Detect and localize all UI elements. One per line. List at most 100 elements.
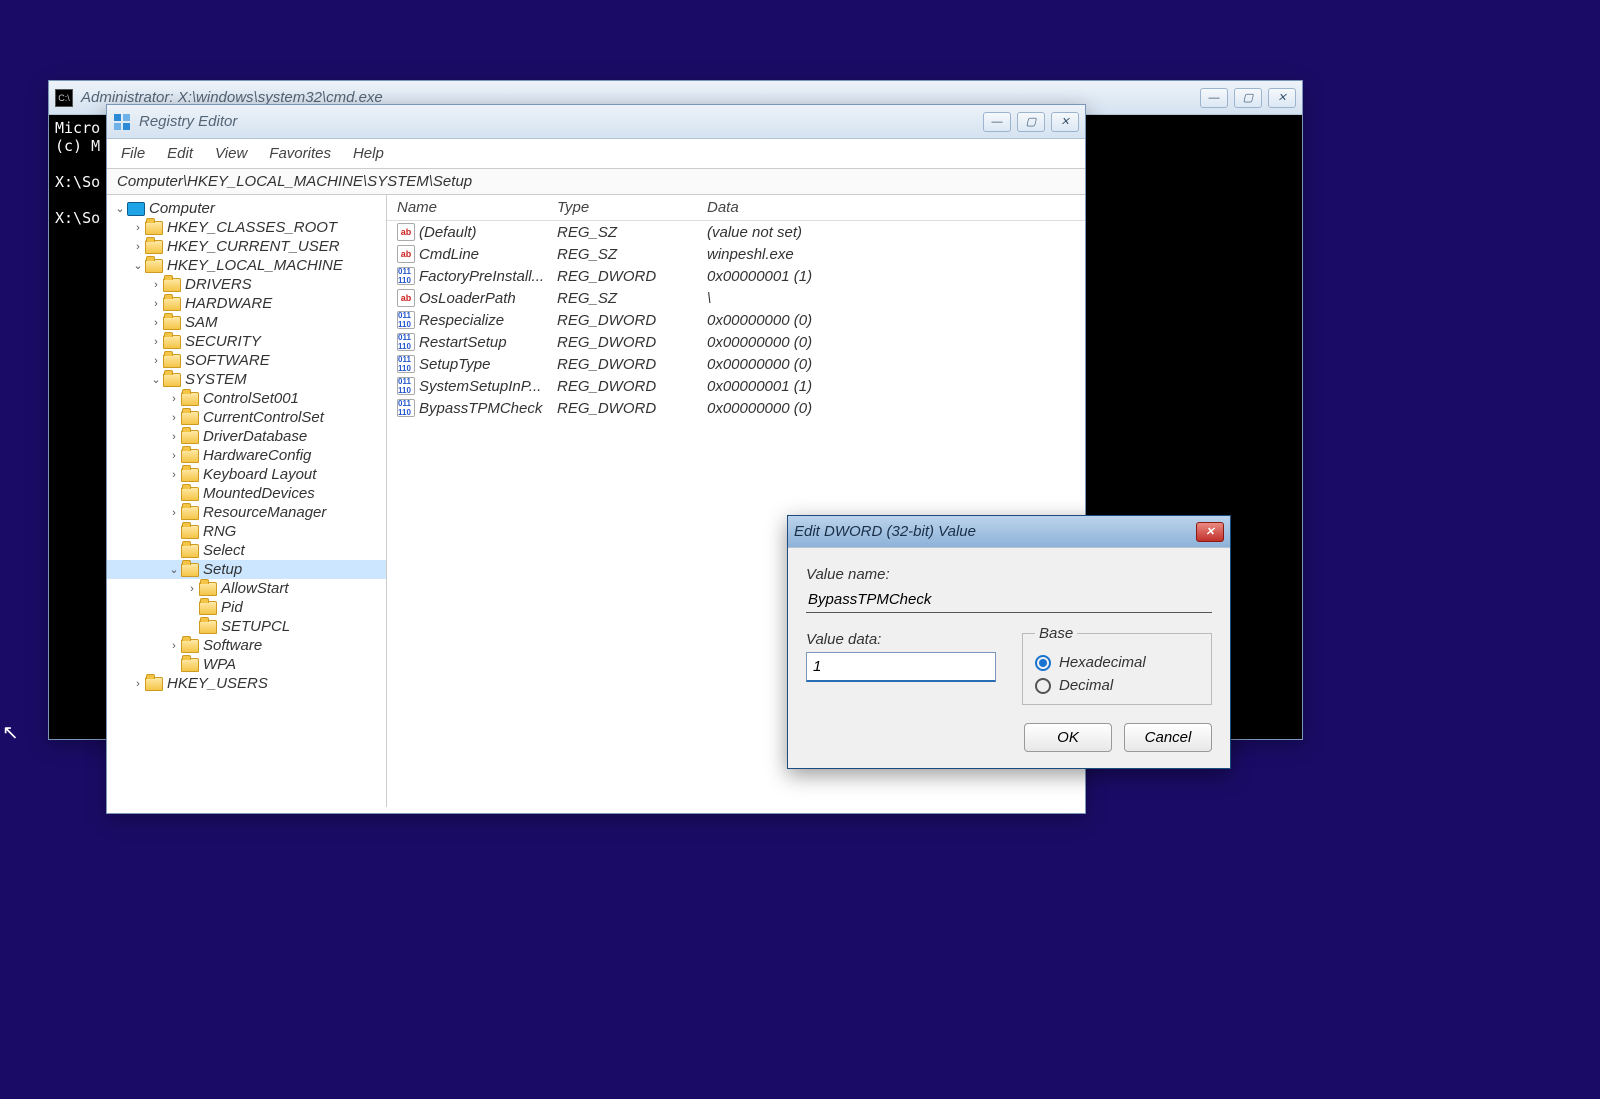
values-pane[interactable]: Name Type Data ab(Default)REG_SZ(value n… [387, 195, 1085, 807]
tree-item[interactable]: ›HKEY_CURRENT_USER [107, 237, 386, 256]
menu-file[interactable]: File [121, 145, 145, 162]
folder-icon [199, 582, 217, 596]
chevron-right-icon[interactable]: › [131, 222, 145, 234]
value-row[interactable]: 011 110SystemSetupInP...REG_DWORD0x00000… [387, 375, 1085, 397]
tree-item[interactable]: › Keyboard Layout [107, 465, 386, 484]
minimize-button[interactable]: — [983, 112, 1011, 132]
tree-item[interactable]: › DriverDatabase [107, 427, 386, 446]
dialog-titlebar[interactable]: Edit DWORD (32-bit) Value ✕ [788, 516, 1230, 548]
tree-item[interactable]: WPA [107, 655, 386, 674]
cancel-button[interactable]: Cancel [1124, 723, 1212, 752]
tree-item[interactable]: ›SECURITY [107, 332, 386, 351]
tree-item[interactable]: › HKEY_CLASSES_ROOT [107, 218, 386, 237]
chevron-down-icon[interactable]: ⌄ [149, 373, 163, 386]
value-data: 0x00000001 (1) [707, 378, 1075, 395]
minimize-button[interactable]: — [1200, 88, 1228, 108]
string-value-icon: ab [397, 223, 415, 241]
tree-item-label: Setup [203, 561, 242, 578]
chevron-right-icon[interactable]: › [167, 450, 181, 462]
menu-edit[interactable]: Edit [167, 145, 193, 162]
list-header[interactable]: Name Type Data [387, 195, 1085, 221]
chevron-right-icon[interactable]: › [167, 393, 181, 405]
close-button[interactable]: ✕ [1196, 522, 1224, 542]
tree-item[interactable]: RNG [107, 522, 386, 541]
col-name[interactable]: Name [397, 199, 557, 216]
tree-item[interactable]: ›SAM [107, 313, 386, 332]
tree-item-label: HKEY_CLASSES_ROOT [167, 219, 337, 236]
tree-item[interactable]: ›HKEY_USERS [107, 674, 386, 693]
tree-item[interactable]: ›Software [107, 636, 386, 655]
tree-item-label: Computer [149, 200, 215, 217]
chevron-down-icon[interactable]: ⌄ [131, 259, 145, 272]
tree-item[interactable]: ⌄ Computer [107, 199, 386, 218]
chevron-right-icon[interactable]: › [185, 583, 199, 595]
tree-item[interactable]: ⌄HKEY_LOCAL_MACHINE [107, 256, 386, 275]
maximize-button[interactable]: ▢ [1017, 112, 1045, 132]
tree-item[interactable]: ›ResourceManager [107, 503, 386, 522]
chevron-right-icon[interactable]: › [167, 412, 181, 424]
value-name: CmdLine [419, 246, 479, 263]
value-row[interactable]: 011 110FactoryPreInstall...REG_DWORD0x00… [387, 265, 1085, 287]
chevron-right-icon[interactable]: › [149, 317, 163, 329]
tree-item-label: SYSTEM [185, 371, 247, 388]
ok-button[interactable]: OK [1024, 723, 1112, 752]
value-row[interactable]: 011 110BypassTPMCheckREG_DWORD0x00000000… [387, 397, 1085, 419]
address-bar[interactable]: Computer\HKEY_LOCAL_MACHINE\SYSTEM\Setup [107, 168, 1085, 195]
value-data-field[interactable] [806, 652, 996, 682]
tree-item[interactable]: ›HardwareConfig [107, 446, 386, 465]
chevron-right-icon[interactable]: › [149, 298, 163, 310]
tree-pane[interactable]: ⌄ Computer › HKEY_CLASSES_ROOT›HKEY_CURRENT… [107, 195, 387, 807]
value-row[interactable]: abOsLoaderPathREG_SZ\ [387, 287, 1085, 309]
value-data-label: Value data: [806, 631, 996, 648]
value-type: REG_DWORD [557, 312, 707, 329]
tree-item[interactable]: ›DRIVERS [107, 275, 386, 294]
chevron-right-icon[interactable]: › [131, 241, 145, 253]
value-name-field[interactable] [806, 587, 1212, 613]
chevron-down-icon[interactable]: ⌄ [113, 202, 127, 215]
value-row[interactable]: abCmdLineREG_SZwinpeshl.exe [387, 243, 1085, 265]
maximize-button[interactable]: ▢ [1234, 88, 1262, 108]
tree-item-label: DriverDatabase [203, 428, 307, 445]
folder-icon [145, 221, 163, 235]
value-row[interactable]: 011 110SetupTypeREG_DWORD0x00000000 (0) [387, 353, 1085, 375]
value-row[interactable]: 011 110RespecializeREG_DWORD0x00000000 (… [387, 309, 1085, 331]
chevron-right-icon[interactable]: › [149, 336, 163, 348]
chevron-right-icon[interactable]: › [131, 678, 145, 690]
close-button[interactable]: ✕ [1268, 88, 1296, 108]
tree-item[interactable]: Select [107, 541, 386, 560]
chevron-right-icon[interactable]: › [167, 640, 181, 652]
tree-item[interactable]: MountedDevices [107, 484, 386, 503]
tree-item[interactable]: ›AllowStart [107, 579, 386, 598]
tree-item[interactable]: › HARDWARE [107, 294, 386, 313]
tree-item[interactable]: ›ControlSet001 [107, 389, 386, 408]
tree-item[interactable]: ›SOFTWARE [107, 351, 386, 370]
menu-help[interactable]: Help [353, 145, 384, 162]
tree-item[interactable]: ⌄ SYSTEM [107, 370, 386, 389]
menu-view[interactable]: View [215, 145, 247, 162]
tree-item[interactable]: ›CurrentControlSet [107, 408, 386, 427]
tree-item-label: HARDWARE [185, 295, 272, 312]
dword-value-icon: 011 110 [397, 267, 415, 285]
dword-value-icon: 011 110 [397, 399, 415, 417]
tree-item[interactable]: SETUPCL [107, 617, 386, 636]
chevron-right-icon[interactable]: › [167, 469, 181, 481]
regedit-titlebar[interactable]: Registry Editor — ▢ ✕ [107, 105, 1085, 139]
chevron-right-icon[interactable]: › [149, 355, 163, 367]
close-button[interactable]: ✕ [1051, 112, 1079, 132]
folder-icon [181, 506, 199, 520]
tree-item-label: Keyboard Layout [203, 466, 316, 483]
chevron-right-icon[interactable]: › [149, 279, 163, 291]
tree-item[interactable]: ⌄ Setup [107, 560, 386, 579]
chevron-right-icon[interactable]: › [167, 507, 181, 519]
col-type[interactable]: Type [557, 199, 707, 216]
folder-icon [181, 544, 199, 558]
menu-favorites[interactable]: Favorites [269, 145, 331, 162]
tree-item[interactable]: Pid [107, 598, 386, 617]
col-data[interactable]: Data [707, 199, 1075, 216]
value-row[interactable]: 011 110RestartSetupREG_DWORD0x00000000 (… [387, 331, 1085, 353]
chevron-right-icon[interactable]: › [167, 431, 181, 443]
chevron-down-icon[interactable]: ⌄ [167, 563, 181, 576]
radio-dec[interactable]: Decimal [1035, 677, 1199, 694]
value-row[interactable]: ab(Default)REG_SZ(value not set) [387, 221, 1085, 243]
radio-hex[interactable]: Hexadecimal [1035, 654, 1199, 671]
